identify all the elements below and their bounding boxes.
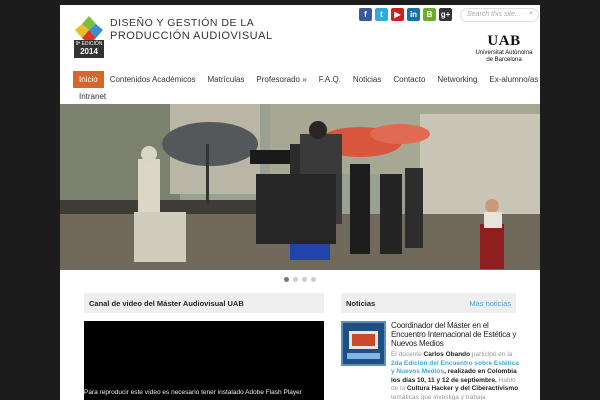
nav-item-contacto[interactable]: Contacto xyxy=(387,71,431,88)
slider-dot[interactable] xyxy=(302,277,307,282)
news-heading-label: Noticias xyxy=(346,299,376,308)
nav-row: Intranet xyxy=(73,88,527,105)
search-icon[interactable]: ⌕ xyxy=(529,10,533,18)
news-item-title[interactable]: Coordinador del Máster en el Encuentro I… xyxy=(391,321,519,348)
news-thumbnail-image xyxy=(343,323,384,364)
slider-dot[interactable] xyxy=(284,277,289,282)
blogger-icon[interactable]: B xyxy=(423,8,436,21)
search-input[interactable]: Search this site... ⌕ xyxy=(460,8,539,22)
page-container: 9ª EDICIÓN 2014 DISEÑO Y GESTIÓN DE LA P… xyxy=(60,5,540,400)
twitter-icon[interactable]: t xyxy=(375,8,388,21)
slider-dot[interactable] xyxy=(311,277,316,282)
nav-item-profesorado[interactable]: Profesorado » xyxy=(250,71,312,88)
nav-item-matr-culas[interactable]: Matrículas xyxy=(202,71,251,88)
excerpt-part: participó en la xyxy=(470,351,513,358)
site-logo[interactable]: 9ª EDICIÓN 2014 xyxy=(74,14,104,58)
hero-photo xyxy=(60,104,540,270)
excerpt-topic: Cultura Hacker y del Ciberactivismo xyxy=(406,385,519,393)
edition-badge: 9ª EDICIÓN 2014 xyxy=(74,40,104,58)
nav-item-ex-alumno-as[interactable]: Ex-alumno/as » xyxy=(483,71,540,88)
nav-item-f-a-q[interactable]: F.A.Q. xyxy=(313,71,347,88)
googleplus-icon[interactable]: g+ xyxy=(439,8,452,21)
nav-item-noticias[interactable]: Noticias xyxy=(347,71,387,88)
news-thumbnail[interactable] xyxy=(341,321,386,366)
uab-name-line1: Universitat Autònoma xyxy=(475,50,533,56)
nav-item-intranet[interactable]: Intranet xyxy=(73,88,112,105)
youtube-icon[interactable]: ▶ xyxy=(391,8,404,21)
slider-dots xyxy=(60,277,540,282)
facebook-icon[interactable]: f xyxy=(359,8,372,21)
site-title-line2: PRODUCCIÓN AUDIOVISUAL xyxy=(110,30,273,42)
edition-year: 2014 xyxy=(80,47,98,56)
nav-row: Inicio Contenidos Académicos Matrículas Pro… xyxy=(73,71,540,88)
news-item-excerpt: El docente Carlos Obando participó en la… xyxy=(391,351,523,400)
news-widget-heading: Noticias Más noticias xyxy=(341,293,516,313)
search-placeholder: Search this site... xyxy=(467,11,521,18)
flash-required-message: Para reproducir este vídeo es necesario … xyxy=(84,389,302,396)
video-player[interactable]: Para reproducir este vídeo es necesario … xyxy=(84,321,324,400)
uab-logo[interactable]: UAB Universitat Autònoma de Barcelona xyxy=(470,33,538,64)
excerpt-name: Carlos Obando xyxy=(423,351,471,358)
excerpt-part: El docente xyxy=(391,351,424,358)
linkedin-icon[interactable]: in xyxy=(407,8,420,21)
site-title-line1: DISEÑO Y GESTIÓN DE LA xyxy=(110,17,255,29)
slider-dot[interactable] xyxy=(293,277,298,282)
more-news-link[interactable]: Más noticias xyxy=(469,299,511,308)
uab-name-line2: de Barcelona xyxy=(486,57,522,63)
main-nav: Inicio Contenidos Académicos Matrículas Pro… xyxy=(73,71,540,105)
nav-item-contenidos-acad-micos[interactable]: Contenidos Académicos xyxy=(104,71,202,88)
video-widget-heading: Canal de video del Máster Audiovisual UA… xyxy=(84,293,324,313)
nav-item-networking[interactable]: Networking xyxy=(431,71,483,88)
uab-mark: UAB xyxy=(487,33,521,49)
site-title[interactable]: DISEÑO Y GESTIÓN DE LA PRODUCCIÓN AUDIOV… xyxy=(110,17,273,43)
nav-item-inicio[interactable]: Inicio xyxy=(73,71,104,88)
hero-slider[interactable] xyxy=(60,104,540,270)
social-links: f t ▶ in Bg+ xyxy=(359,8,452,22)
